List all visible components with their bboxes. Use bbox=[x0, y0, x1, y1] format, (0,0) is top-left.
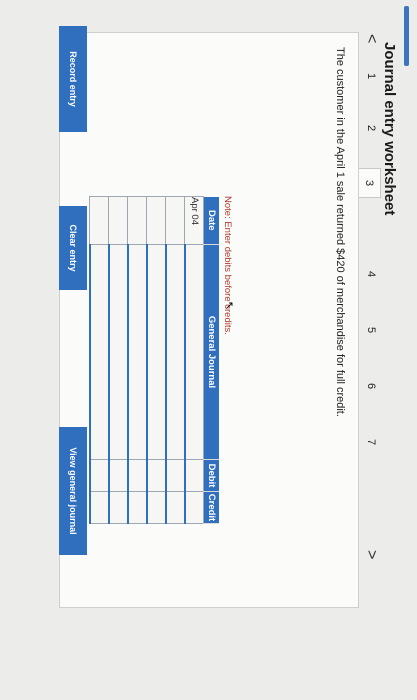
record-entry-button[interactable]: Record entry bbox=[59, 26, 87, 132]
next-arrow-icon[interactable]: > bbox=[359, 550, 383, 559]
debit-credit-note: Note: Enter debits before credits. bbox=[222, 196, 233, 335]
date-cell[interactable]: Apr 04 bbox=[185, 196, 204, 245]
credit-cell[interactable] bbox=[128, 491, 147, 524]
account-cell[interactable] bbox=[185, 244, 204, 460]
credit-cell[interactable] bbox=[185, 491, 204, 524]
credit-cell[interactable] bbox=[147, 491, 166, 524]
step-tab-6[interactable]: 6 bbox=[359, 372, 383, 400]
step-tab-2[interactable]: 2 bbox=[359, 114, 383, 142]
date-cell[interactable] bbox=[166, 196, 185, 245]
table-row: Apr 04 bbox=[185, 196, 204, 524]
debit-cell[interactable] bbox=[166, 459, 185, 492]
table-row bbox=[109, 196, 128, 524]
step-tab-4[interactable]: 4 bbox=[359, 260, 383, 288]
journal-table: Date General Journal Debit Credit Apr 04 bbox=[89, 196, 219, 524]
debit-cell[interactable] bbox=[185, 459, 204, 492]
account-cell[interactable] bbox=[128, 244, 147, 460]
credit-cell[interactable] bbox=[109, 491, 128, 524]
debit-cell[interactable] bbox=[128, 459, 147, 492]
credit-cell[interactable] bbox=[90, 491, 109, 524]
step-tab-3[interactable]: 3 bbox=[358, 168, 381, 198]
worksheet-page: Journal entry worksheet < 1 2 3 4 5 6 7 … bbox=[0, 0, 417, 700]
step-navigation: < 1 2 3 4 5 6 7 > bbox=[358, 34, 383, 574]
account-cell[interactable] bbox=[90, 244, 109, 460]
table-row bbox=[90, 196, 109, 524]
date-cell[interactable] bbox=[147, 196, 166, 245]
debit-cell[interactable] bbox=[90, 459, 109, 492]
mouse-cursor-icon: ↖ bbox=[223, 301, 235, 311]
table-row bbox=[166, 196, 185, 524]
date-cell[interactable] bbox=[128, 196, 147, 245]
table-row bbox=[128, 196, 147, 524]
date-cell[interactable] bbox=[109, 196, 128, 245]
debit-cell[interactable] bbox=[109, 459, 128, 492]
debit-cell[interactable] bbox=[147, 459, 166, 492]
question-prompt: The customer in the April 1 sale returne… bbox=[334, 47, 346, 417]
header-debit: Debit bbox=[203, 459, 219, 492]
step-tab-5[interactable]: 5 bbox=[359, 316, 383, 344]
header-date: Date bbox=[203, 196, 219, 245]
account-cell[interactable] bbox=[147, 244, 166, 460]
previous-arrow-icon[interactable]: < bbox=[359, 34, 383, 43]
view-general-journal-button[interactable]: View general journal bbox=[59, 427, 87, 555]
step-tab-7[interactable]: 7 bbox=[359, 428, 383, 456]
date-cell[interactable] bbox=[90, 196, 109, 245]
table-row bbox=[147, 196, 166, 524]
header-general-journal: General Journal bbox=[203, 244, 219, 460]
accent-bar bbox=[404, 6, 409, 66]
credit-cell[interactable] bbox=[166, 491, 185, 524]
account-cell[interactable] bbox=[166, 244, 185, 460]
account-cell[interactable] bbox=[109, 244, 128, 460]
clear-entry-button[interactable]: Clear entry bbox=[59, 206, 87, 290]
header-credit: Credit bbox=[203, 491, 219, 524]
step-tab-1[interactable]: 1 bbox=[359, 62, 383, 90]
page-title: Journal entry worksheet bbox=[381, 42, 398, 216]
